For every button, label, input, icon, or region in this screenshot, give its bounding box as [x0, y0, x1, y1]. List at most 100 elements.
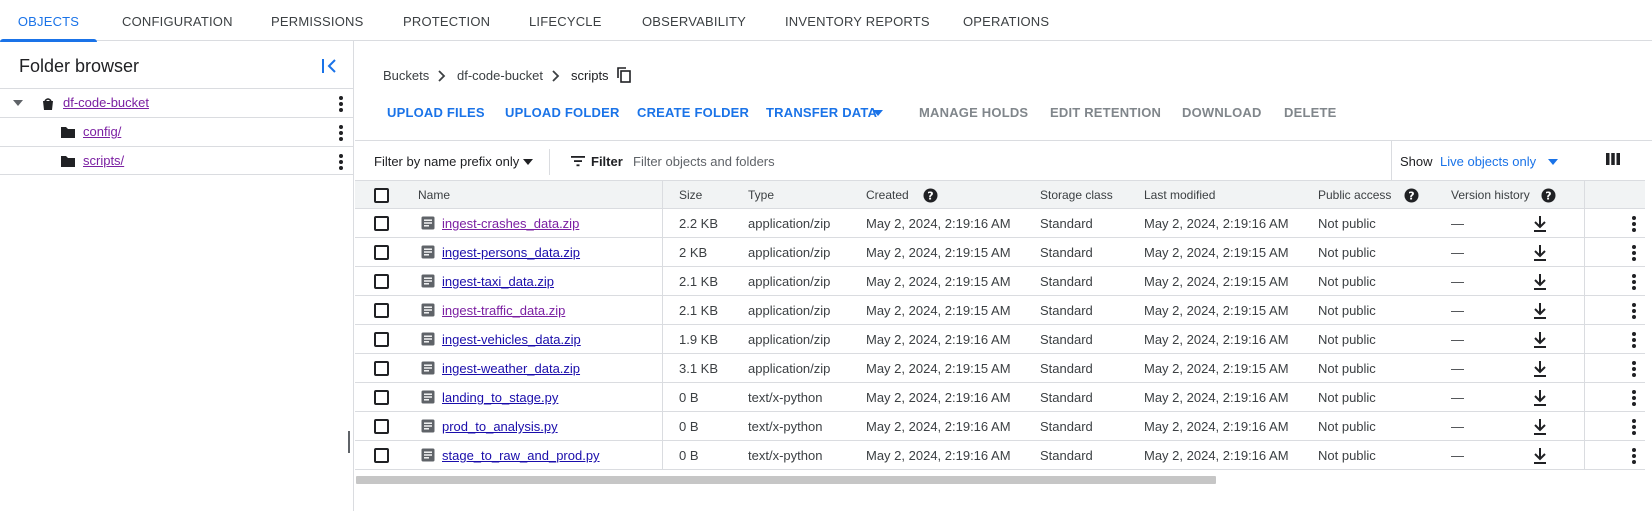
arrow-drop-down-icon[interactable]	[1548, 159, 1558, 165]
download-icon[interactable]	[1532, 273, 1548, 291]
help-icon[interactable]: ?	[923, 188, 938, 203]
column-header-created[interactable]: Created	[866, 188, 909, 202]
caret-down-icon[interactable]	[12, 98, 24, 108]
edit-retention-button[interactable]: EDIT RETENTION	[1050, 105, 1161, 120]
more-vert-icon[interactable]	[1628, 273, 1640, 291]
filter-list-icon[interactable]	[571, 155, 585, 167]
row-checkbox[interactable]	[374, 361, 389, 376]
tab-observability[interactable]: OBSERVABILITY	[642, 0, 746, 41]
column-header-last-modified[interactable]: Last modified	[1144, 188, 1215, 202]
object-name-link[interactable]: landing_to_stage.py	[442, 390, 558, 405]
more-vert-icon[interactable]	[1628, 447, 1640, 465]
table-row[interactable]: ingest-crashes_data.zip 2.2 KB applicati…	[355, 209, 1645, 238]
more-vert-icon[interactable]	[1628, 331, 1640, 349]
horizontal-scrollbar[interactable]	[356, 476, 1216, 484]
table-row[interactable]: ingest-persons_data.zip 2 KB application…	[355, 238, 1645, 267]
upload-files-button[interactable]: UPLOAD FILES	[387, 105, 485, 120]
row-checkbox[interactable]	[374, 216, 389, 231]
table-row[interactable]: ingest-taxi_data.zip 2.1 KB application/…	[355, 267, 1645, 296]
download-icon[interactable]	[1532, 302, 1548, 320]
tab-protection[interactable]: PROTECTION	[403, 0, 490, 41]
table-row[interactable]: ingest-weather_data.zip 3.1 KB applicati…	[355, 354, 1645, 383]
download-icon[interactable]	[1532, 418, 1548, 436]
column-header-type[interactable]: Type	[748, 188, 774, 202]
tree-item-label[interactable]: df-code-bucket	[63, 95, 149, 110]
collapse-panel-button[interactable]	[319, 54, 343, 78]
download-icon[interactable]	[1532, 447, 1548, 465]
object-name-link[interactable]: ingest-weather_data.zip	[442, 361, 580, 376]
object-name-link[interactable]: ingest-vehicles_data.zip	[442, 332, 581, 347]
download-button[interactable]: DOWNLOAD	[1182, 105, 1262, 120]
download-icon[interactable]	[1532, 331, 1548, 349]
table-row[interactable]: landing_to_stage.py 0 B text/x-python Ma…	[355, 383, 1645, 412]
download-icon[interactable]	[1532, 389, 1548, 407]
download-icon[interactable]	[1532, 215, 1548, 233]
object-name-link[interactable]: ingest-crashes_data.zip	[442, 216, 579, 231]
row-checkbox[interactable]	[374, 274, 389, 289]
upload-folder-button[interactable]: UPLOAD FOLDER	[505, 105, 620, 120]
svg-text:?: ?	[927, 190, 933, 203]
tab-objects[interactable]: OBJECTS	[0, 0, 97, 42]
more-vert-icon[interactable]	[1628, 302, 1640, 320]
create-folder-button[interactable]: CREATE FOLDER	[637, 105, 749, 120]
row-checkbox[interactable]	[374, 303, 389, 318]
object-name-link[interactable]: ingest-persons_data.zip	[442, 245, 580, 260]
column-header-version-history[interactable]: Version history	[1451, 188, 1530, 202]
filter-objects-input[interactable]	[633, 149, 933, 173]
more-vert-icon[interactable]	[1628, 418, 1640, 436]
column-display-icon[interactable]	[1605, 151, 1621, 167]
tree-item-scripts[interactable]: scripts/	[0, 146, 354, 175]
breadcrumb-buckets[interactable]: Buckets	[383, 68, 429, 83]
column-header-storage-class[interactable]: Storage class	[1040, 188, 1113, 202]
arrow-drop-down-icon[interactable]	[873, 110, 883, 116]
object-name-link[interactable]: ingest-taxi_data.zip	[442, 274, 554, 289]
table-row[interactable]: stage_to_raw_and_prod.py 0 B text/x-pyth…	[355, 441, 1645, 470]
tab-operations[interactable]: OPERATIONS	[963, 0, 1049, 41]
more-vert-icon[interactable]	[335, 95, 347, 113]
filter-prefix-dropdown[interactable]: Filter by name prefix only	[374, 154, 519, 169]
arrow-drop-down-icon[interactable]	[523, 159, 533, 165]
object-name-link[interactable]: ingest-traffic_data.zip	[442, 303, 565, 318]
more-vert-icon[interactable]	[1628, 360, 1640, 378]
manage-holds-button[interactable]: MANAGE HOLDS	[919, 105, 1028, 120]
select-all-checkbox[interactable]	[374, 188, 389, 203]
object-name-link[interactable]: prod_to_analysis.py	[442, 419, 558, 434]
more-vert-icon[interactable]	[335, 124, 347, 142]
object-created: May 2, 2024, 2:19:16 AM	[866, 448, 1011, 463]
file-icon	[421, 216, 435, 230]
row-checkbox[interactable]	[374, 332, 389, 347]
tab-inventory-reports[interactable]: INVENTORY REPORTS	[785, 0, 930, 41]
row-checkbox[interactable]	[374, 448, 389, 463]
tree-item-label[interactable]: scripts/	[83, 153, 124, 168]
table-row[interactable]: ingest-vehicles_data.zip 1.9 KB applicat…	[355, 325, 1645, 354]
help-icon[interactable]: ?	[1541, 188, 1556, 203]
more-vert-icon[interactable]	[1628, 215, 1640, 233]
tab-permissions[interactable]: PERMISSIONS	[271, 0, 364, 41]
help-icon[interactable]: ?	[1404, 188, 1419, 203]
download-icon[interactable]	[1532, 360, 1548, 378]
tab-lifecycle[interactable]: LIFECYCLE	[529, 0, 602, 41]
more-vert-icon[interactable]	[1628, 244, 1640, 262]
tree-item-df-code-bucket[interactable]: df-code-bucket	[0, 88, 354, 117]
table-row[interactable]: prod_to_analysis.py 0 B text/x-python Ma…	[355, 412, 1645, 441]
panel-resize-handle[interactable]	[348, 431, 350, 453]
transfer-data-button[interactable]: TRANSFER DATA	[766, 105, 877, 120]
column-header-name[interactable]: Name	[418, 188, 450, 202]
download-icon[interactable]	[1532, 244, 1548, 262]
column-header-size[interactable]: Size	[679, 188, 702, 202]
row-checkbox[interactable]	[374, 419, 389, 434]
column-header-public-access[interactable]: Public access	[1318, 188, 1391, 202]
row-checkbox[interactable]	[374, 245, 389, 260]
tab-configuration[interactable]: CONFIGURATION	[122, 0, 233, 41]
breadcrumb-bucket[interactable]: df-code-bucket	[457, 68, 543, 83]
table-row[interactable]: ingest-traffic_data.zip 2.1 KB applicati…	[355, 296, 1645, 325]
show-objects-dropdown[interactable]: Live objects only	[1440, 154, 1536, 169]
tree-item-config[interactable]: config/	[0, 117, 354, 146]
more-vert-icon[interactable]	[335, 153, 347, 171]
more-vert-icon[interactable]	[1628, 389, 1640, 407]
tree-item-label[interactable]: config/	[83, 124, 121, 139]
object-name-link[interactable]: stage_to_raw_and_prod.py	[442, 448, 600, 463]
copy-icon[interactable]	[617, 67, 631, 83]
row-checkbox[interactable]	[374, 390, 389, 405]
delete-button[interactable]: DELETE	[1284, 105, 1336, 120]
